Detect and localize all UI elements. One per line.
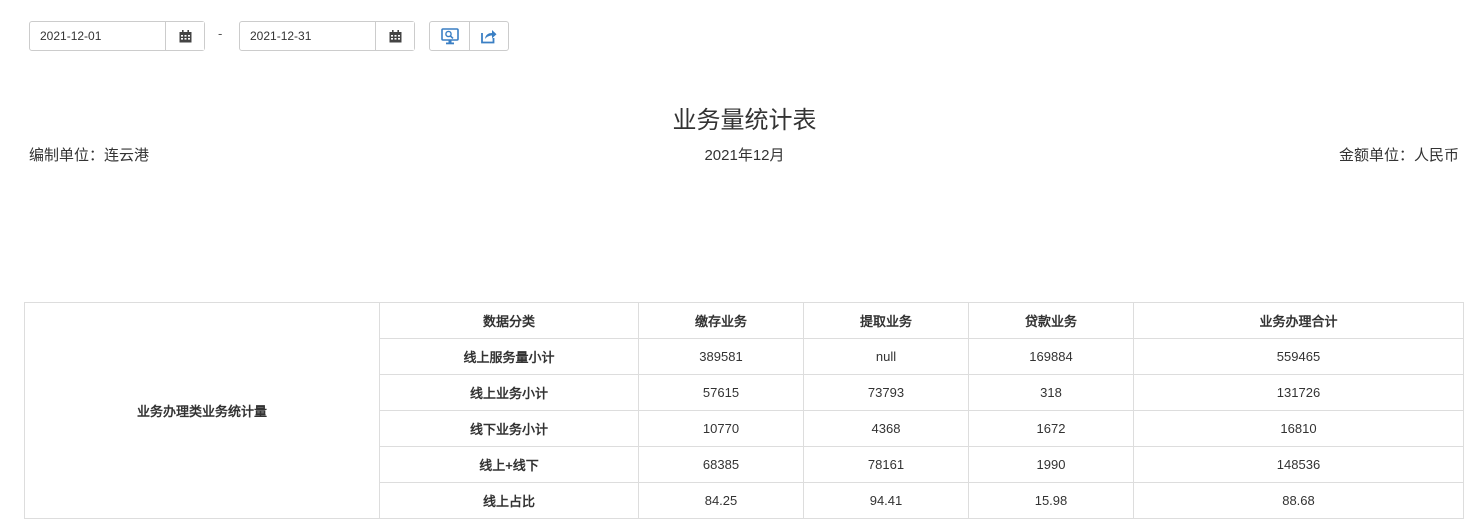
table-cell: 84.25: [638, 482, 804, 519]
end-date-picker: [239, 21, 415, 51]
table-cell: 94.41: [803, 482, 969, 519]
table-cell: 559465: [1133, 338, 1464, 375]
header-cell: 提取业务: [803, 302, 969, 339]
table-cell: null: [803, 338, 969, 375]
table-cell: 10770: [638, 410, 804, 447]
calendar-icon: [179, 29, 191, 42]
header-cell: 贷款业务: [968, 302, 1134, 339]
table-cell: 4368: [803, 410, 969, 447]
table-cell: 389581: [638, 338, 804, 375]
row-label: 线上占比: [379, 482, 639, 519]
export-button[interactable]: [469, 22, 508, 50]
table-cell: 15.98: [968, 482, 1134, 519]
end-calendar-button[interactable]: [375, 22, 414, 50]
action-button-group: [429, 21, 509, 51]
table-cell: 73793: [803, 374, 969, 411]
header-cell: 缴存业务: [638, 302, 804, 339]
calendar-icon: [389, 29, 401, 42]
row-label: 线上业务小计: [379, 374, 639, 411]
table-cell: 57615: [638, 374, 804, 411]
share-export-icon: [481, 30, 497, 44]
row-label: 线下业务小计: [379, 410, 639, 447]
table-cell: 169884: [968, 338, 1134, 375]
group-label-cell: 业务办理类业务统计量: [24, 302, 380, 519]
report-period: 2021年12月: [704, 147, 785, 164]
header-cell: 数据分类: [379, 302, 639, 339]
table-cell: 318: [968, 374, 1134, 411]
statistics-table: 业务办理类业务统计量 数据分类 缴存业务 提取业务 贷款业务 业务办理合计 线上…: [24, 302, 1464, 519]
table-header-row: 业务办理类业务统计量 数据分类 缴存业务 提取业务 贷款业务 业务办理合计: [24, 302, 1464, 519]
row-label: 线上+线下: [379, 446, 639, 483]
start-date-input[interactable]: [30, 22, 154, 50]
start-calendar-button[interactable]: [165, 22, 204, 50]
table-cell: 78161: [803, 446, 969, 483]
table-cell: 1990: [968, 446, 1134, 483]
header-cell: 业务办理合计: [1133, 302, 1464, 339]
table-cell: 131726: [1133, 374, 1464, 411]
table-cell: 16810: [1133, 410, 1464, 447]
table-cell: 88.68: [1133, 482, 1464, 519]
end-date-input[interactable]: [240, 22, 364, 50]
date-range-separator: -: [218, 26, 223, 41]
start-date-picker: [29, 21, 205, 51]
monitor-display-icon: [440, 27, 459, 44]
table-cell: 148536: [1133, 446, 1464, 483]
display-report-button[interactable]: [430, 22, 470, 50]
table-cell: 1672: [968, 410, 1134, 447]
row-label: 线上服务量小计: [379, 338, 639, 375]
currency-unit: 金额单位：人民币: [1338, 147, 1459, 164]
table-cell: 68385: [638, 446, 804, 483]
report-title: 业务量统计表: [672, 107, 817, 134]
